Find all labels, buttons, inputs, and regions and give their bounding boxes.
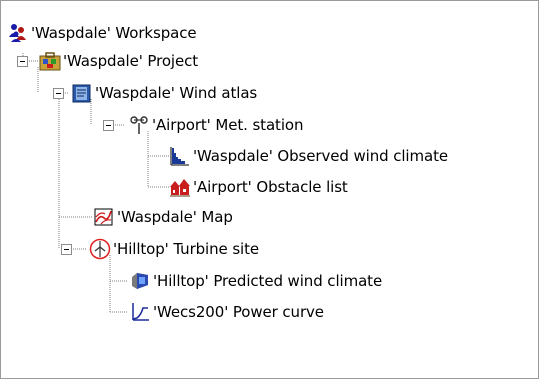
observed-wind-climate-histogram-icon	[169, 145, 191, 167]
tree-node-label: 'Waspdale' Workspace	[31, 24, 197, 42]
tree-node-label: 'Waspdale' Map	[117, 208, 233, 226]
map-icon	[93, 206, 115, 228]
power-curve-icon	[129, 301, 151, 323]
tree-node-map[interactable]: 'Waspdale' Map	[93, 203, 233, 231]
tree-node-label: 'Waspdale' Project	[63, 52, 199, 70]
tree-node-predicted-wind-climate[interactable]: 'Hilltop' Predicted wind climate	[129, 267, 382, 295]
tree-node-label: 'Hilltop' Predicted wind climate	[153, 272, 383, 290]
tree-node-met-station[interactable]: 'Airport' Met. station	[128, 111, 303, 139]
project-collapse-toggle[interactable]	[17, 56, 28, 67]
workspace-tree: 'Waspdale' Workspace 'Waspdale' Project	[1, 1, 538, 378]
tree-node-label: 'Airport' Met. station	[152, 116, 304, 134]
project-briefcase-icon	[39, 50, 61, 72]
predicted-wind-climate-icon	[129, 270, 151, 292]
tree-node-label: 'Waspdale' Observed wind climate	[193, 147, 448, 165]
tree-node-turbine-site[interactable]: 'Hilltop' Turbine site	[89, 235, 259, 263]
obstacle-list-house-icon	[169, 176, 191, 198]
workspace-tree-panel: 'Waspdale' Workspace 'Waspdale' Project	[0, 0, 539, 379]
wind-atlas-collapse-toggle[interactable]	[53, 88, 64, 99]
turbine-site-collapse-toggle[interactable]	[61, 244, 72, 255]
tree-node-label: 'Wecs200' Power curve	[153, 303, 324, 321]
workspace-people-icon	[7, 22, 29, 44]
turbine-site-icon	[89, 238, 111, 260]
wind-atlas-book-icon	[71, 82, 93, 104]
met-station-collapse-toggle[interactable]	[103, 120, 114, 131]
tree-node-observed-wind-climate[interactable]: 'Waspdale' Observed wind climate	[169, 142, 448, 170]
met-station-anemometer-icon	[128, 114, 150, 136]
tree-node-wind-atlas[interactable]: 'Waspdale' Wind atlas	[71, 79, 257, 107]
tree-node-power-curve[interactable]: 'Wecs200' Power curve	[129, 298, 324, 326]
tree-node-label: 'Airport' Obstacle list	[193, 178, 348, 196]
tree-node-project[interactable]: 'Waspdale' Project	[39, 47, 198, 75]
tree-node-workspace[interactable]: 'Waspdale' Workspace	[7, 19, 197, 47]
tree-node-label: 'Hilltop' Turbine site	[113, 240, 260, 258]
tree-node-obstacle-list[interactable]: 'Airport' Obstacle list	[169, 173, 348, 201]
tree-node-label: 'Waspdale' Wind atlas	[95, 84, 258, 102]
